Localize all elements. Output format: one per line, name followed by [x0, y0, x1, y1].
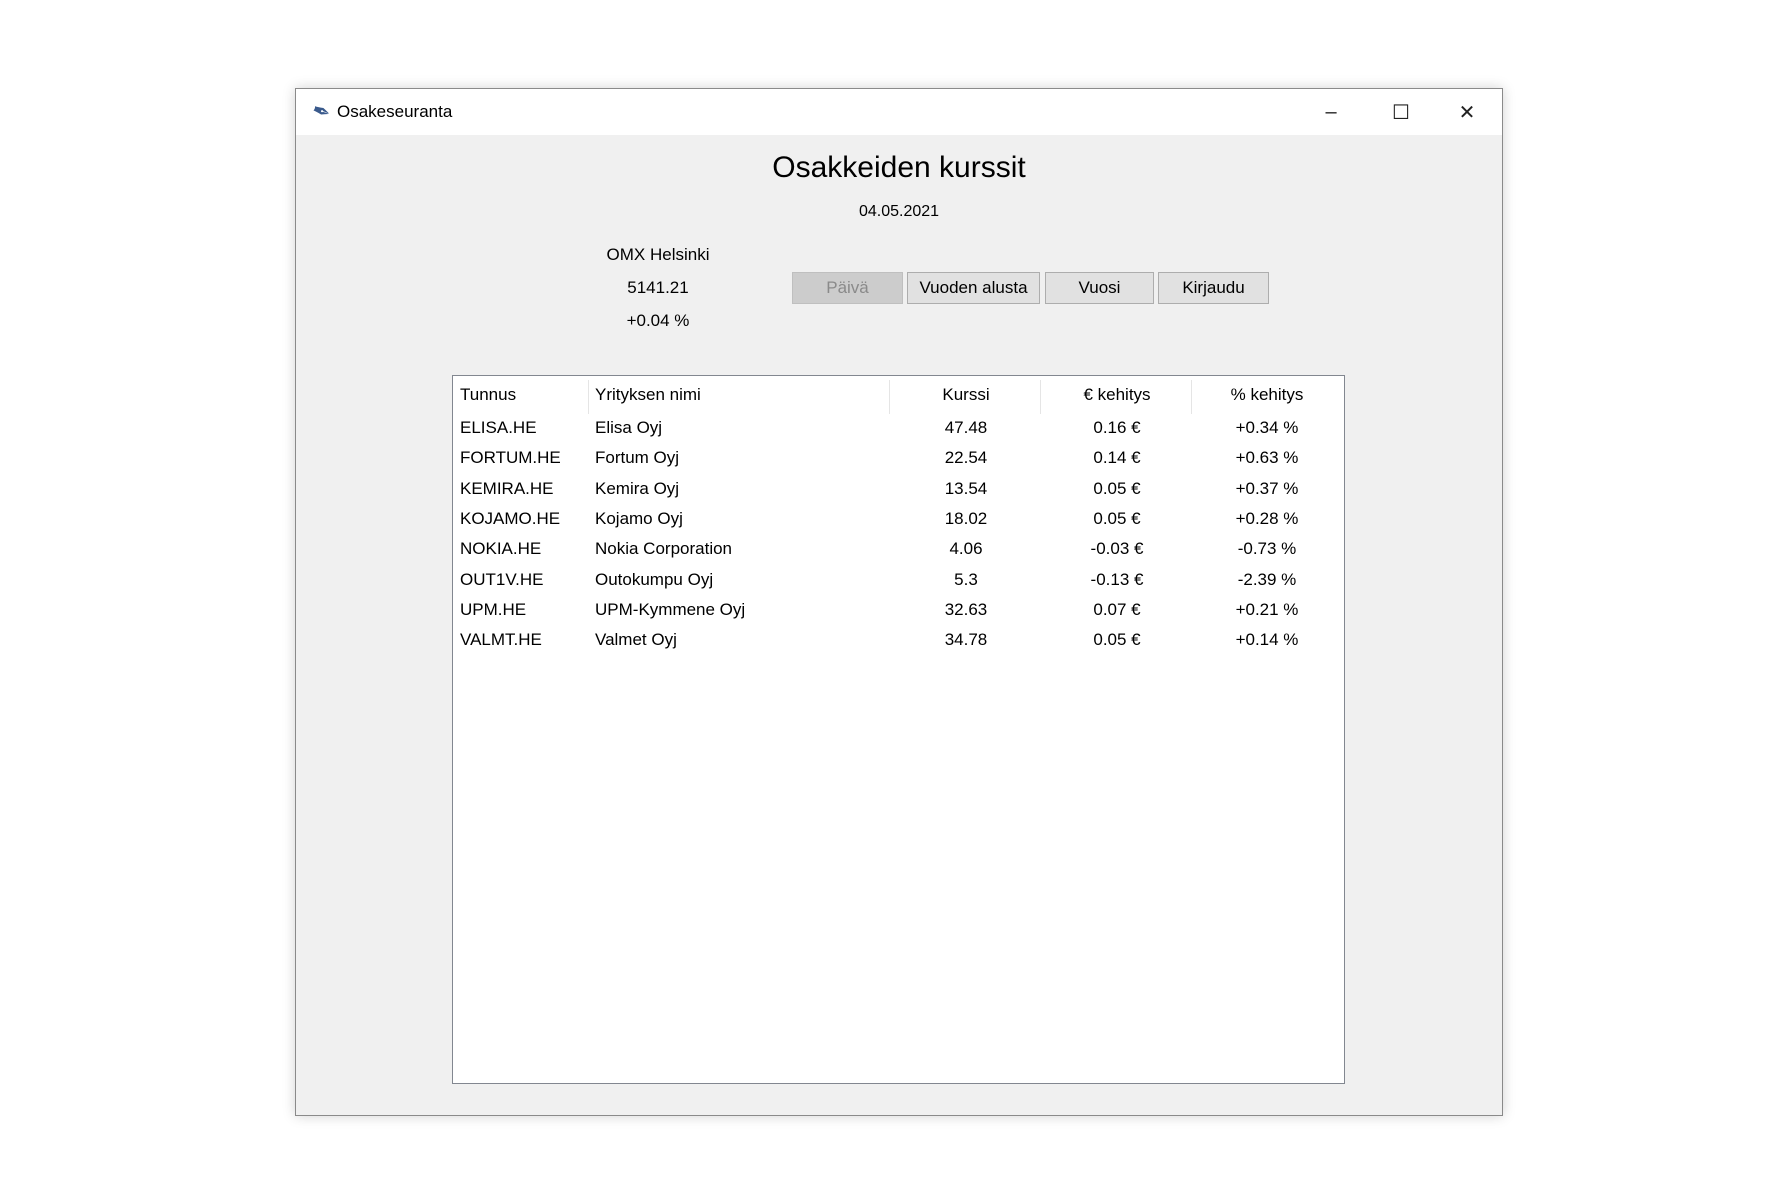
index-change: +0.04 % [626, 311, 690, 330]
table-row[interactable]: NOKIA.HE Nokia Corporation 4.06 -0.03 € -0.7… [453, 534, 1344, 564]
feather-icon: ✒ [308, 96, 335, 127]
window-title: Osakeseuranta [337, 102, 453, 121]
cell-ticker: OUT1V.HE [460, 569, 544, 589]
cell-eur-change: 0.16 € [1093, 418, 1141, 437]
column-divider[interactable] [1191, 380, 1192, 414]
cell-price: 32.63 [944, 599, 988, 619]
title-bar[interactable]: ✒ Osakeseuranta – ☐ ✕ [296, 89, 1502, 135]
cell-pct-change: +0.34 % [1235, 418, 1299, 437]
column-divider[interactable] [588, 380, 589, 414]
table-row[interactable]: VALMT.HE Valmet Oyj 34.78 0.05 € +0.14 % [453, 625, 1344, 655]
column-header-pct-change[interactable]: % kehitys [1207, 380, 1327, 410]
cell-price: 22.54 [944, 448, 988, 468]
cell-ticker: FORTUM.HE [460, 448, 561, 468]
page-title: Osakkeiden kurssit [772, 151, 1026, 184]
year-button[interactable]: Vuosi [1045, 272, 1154, 304]
index-value: 5141.21 [627, 278, 689, 297]
login-button[interactable]: Kirjaudu [1158, 272, 1269, 304]
cell-pct-change: -2.39 % [1237, 569, 1297, 589]
cell-eur-change: -0.03 € [1090, 539, 1144, 559]
cell-pct-change: +0.63 % [1235, 448, 1299, 468]
app-window: ✒ Osakeseuranta – ☐ ✕ Osakkeiden kurssit… [295, 88, 1503, 1116]
day-button[interactable]: Päivä [792, 272, 903, 304]
column-header-eur-change[interactable]: € kehitys [1057, 380, 1177, 410]
cell-eur-change: 0.05 € [1093, 478, 1141, 498]
cell-company-name: Kojamo Oyj [595, 508, 683, 528]
column-header-name[interactable]: Yrityksen nimi [595, 380, 701, 410]
date-label: 04.05.2021 [858, 203, 940, 220]
cell-company-name: UPM-Kymmene Oyj [595, 599, 746, 619]
cell-eur-change: -0.13 € [1090, 569, 1144, 589]
cell-pct-change: +0.21 % [1235, 599, 1299, 619]
ytd-button[interactable]: Vuoden alusta [907, 272, 1040, 304]
cell-company-name: Nokia Corporation [595, 539, 733, 559]
cell-pct-change: -0.73 % [1237, 539, 1297, 559]
cell-price: 47.48 [944, 418, 988, 437]
cell-ticker: KOJAMO.HE [460, 508, 561, 528]
column-header-price[interactable]: Kurssi [906, 380, 1026, 410]
table-row[interactable]: KEMIRA.HE Kemira Oyj 13.54 0.05 € +0.37 % [453, 474, 1344, 504]
table-row[interactable]: OUT1V.HE Outokumpu Oyj 5.3 -0.13 € -2.39 % [453, 565, 1344, 595]
table-row[interactable]: KOJAMO.HE Kojamo Oyj 18.02 0.05 € +0.28 % [453, 504, 1344, 534]
cell-eur-change: 0.05 € [1093, 630, 1141, 650]
table-header: Tunnus Yrityksen nimi Kurssi € kehitys %… [453, 380, 1344, 414]
cell-ticker: UPM.HE [460, 599, 527, 619]
table-row[interactable]: FORTUM.HE Fortum Oyj 22.54 0.14 € +0.63 % [453, 443, 1344, 473]
cell-ticker: ELISA.HE [460, 418, 537, 437]
close-button[interactable]: ✕ [1432, 89, 1502, 135]
cell-eur-change: 0.14 € [1093, 448, 1141, 468]
cell-company-name: Fortum Oyj [595, 448, 680, 468]
cell-ticker: VALMT.HE [460, 630, 542, 650]
minimize-button[interactable]: – [1296, 89, 1366, 135]
cell-pct-change: +0.28 % [1235, 508, 1299, 528]
cell-eur-change: 0.07 € [1093, 599, 1141, 619]
cell-price: 34.78 [944, 630, 988, 650]
maximize-button[interactable]: ☐ [1366, 89, 1436, 135]
cell-company-name: Elisa Oyj [595, 418, 663, 437]
table-row[interactable]: ELISA.HE Elisa Oyj 47.48 0.16 € +0.34 % [453, 413, 1344, 443]
table-row[interactable]: UPM.HE UPM-Kymmene Oyj 32.63 0.07 € +0.21 % [453, 595, 1344, 625]
cell-price: 18.02 [944, 508, 988, 528]
cell-price: 13.54 [944, 478, 988, 498]
column-divider[interactable] [889, 380, 890, 414]
column-header-ticker[interactable]: Tunnus [460, 380, 516, 410]
cell-company-name: Valmet Oyj [595, 630, 677, 650]
cell-price: 4.06 [949, 539, 983, 559]
stock-table[interactable]: Tunnus Yrityksen nimi Kurssi € kehitys %… [452, 375, 1345, 1084]
cell-price: 5.3 [954, 569, 978, 589]
cell-eur-change: 0.05 € [1093, 508, 1141, 528]
cell-pct-change: +0.14 % [1235, 630, 1299, 650]
cell-company-name: Kemira Oyj [595, 478, 680, 498]
cell-pct-change: +0.37 % [1235, 478, 1299, 498]
cell-company-name: Outokumpu Oyj [595, 569, 714, 589]
index-name: OMX Helsinki [606, 245, 710, 264]
cell-ticker: NOKIA.HE [460, 539, 542, 559]
column-divider[interactable] [1040, 380, 1041, 414]
cell-ticker: KEMIRA.HE [460, 478, 554, 498]
